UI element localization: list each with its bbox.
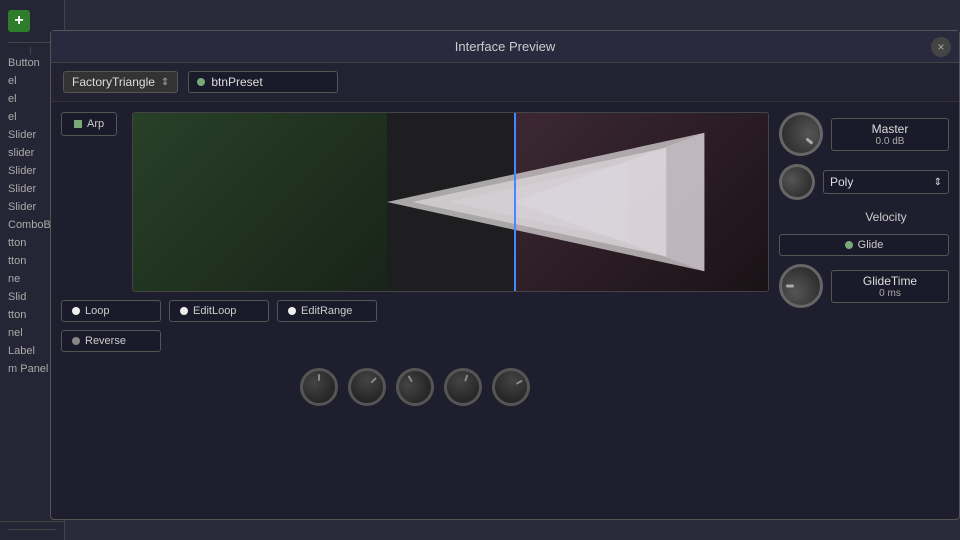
master-label-box: Master 0.0 dB [831,118,949,151]
knob-1[interactable] [300,368,338,406]
master-label: Master [838,122,942,136]
master-value: 0.0 dB [838,136,942,147]
glide-time-control: GlideTime 0 ms [779,264,949,308]
waveform-svg [133,113,768,291]
right-panel: Master 0.0 dB Poly ⇕ Velocity [779,112,949,490]
cursor-line [514,113,516,291]
preset-input[interactable]: btnPreset [188,71,338,93]
glide-dot-icon [845,241,853,249]
glide-time-knob[interactable] [779,264,823,308]
velocity-label: Velocity [865,210,906,224]
editloop-label: EditLoop [193,305,236,317]
bottom-knobs-row [61,360,769,414]
preset-dropdown-label: FactoryTriangle [72,75,155,89]
knob-3[interactable] [389,361,441,413]
close-button[interactable]: × [931,37,951,57]
arp-button[interactable]: Arp [61,112,117,136]
loop-button[interactable]: Loop [61,300,161,322]
glide-time-value: 0 ms [838,288,942,299]
poly-label: Poly [830,175,853,189]
editrange-label: EditRange [301,305,352,317]
velocity-label-container: Velocity [779,208,949,226]
dialog-content: Arp [51,102,959,500]
editrange-button[interactable]: EditRange [277,300,377,322]
waveform-section: Arp [61,112,769,490]
loop-dot-icon [72,307,80,315]
master-knob[interactable] [770,103,832,165]
master-control: Master 0.0 dB [779,112,949,156]
interface-preview-dialog: Interface Preview × FactoryTriangle ⇕ bt… [50,30,960,520]
reverse-dot-icon [72,337,80,345]
loop-label: Loop [85,305,109,317]
chevron-down-icon: ⇕ [161,77,169,88]
add-button[interactable]: + [8,10,30,32]
arp-button-label: Arp [87,118,104,130]
editloop-dot-icon [180,307,188,315]
reverse-label: Reverse [85,335,126,347]
add-icon: + [14,12,23,30]
glide-button[interactable]: Glide [779,234,949,256]
glide-time-label-box: GlideTime 0 ms [831,270,949,303]
knob-2[interactable] [340,360,394,414]
knob-5[interactable] [485,361,537,413]
preset-dropdown[interactable]: FactoryTriangle ⇕ [63,71,178,93]
velocity-poly-row: Poly ⇕ [779,164,949,200]
glide-label: Glide [858,239,884,251]
poly-dropdown[interactable]: Poly ⇕ [823,170,949,194]
glide-time-label: GlideTime [838,274,942,288]
waveform-controls-row1: Loop EditLoop EditRange [61,300,769,322]
reverse-button[interactable]: Reverse [61,330,161,352]
dialog-toolbar: FactoryTriangle ⇕ btnPreset [51,63,959,102]
dialog-title: Interface Preview [455,39,555,54]
preset-dot-icon [197,78,205,86]
close-icon: × [937,40,944,54]
dialog-header: Interface Preview × [51,31,959,63]
velocity-knob[interactable] [774,159,820,205]
waveform-display[interactable] [132,112,769,292]
waveform-controls-row2: Reverse [61,330,769,352]
knob-4[interactable] [439,363,488,412]
poly-arrow-icon: ⇕ [934,177,942,188]
preset-input-label: btnPreset [211,75,262,89]
editrange-dot-icon [288,307,296,315]
editloop-button[interactable]: EditLoop [169,300,269,322]
